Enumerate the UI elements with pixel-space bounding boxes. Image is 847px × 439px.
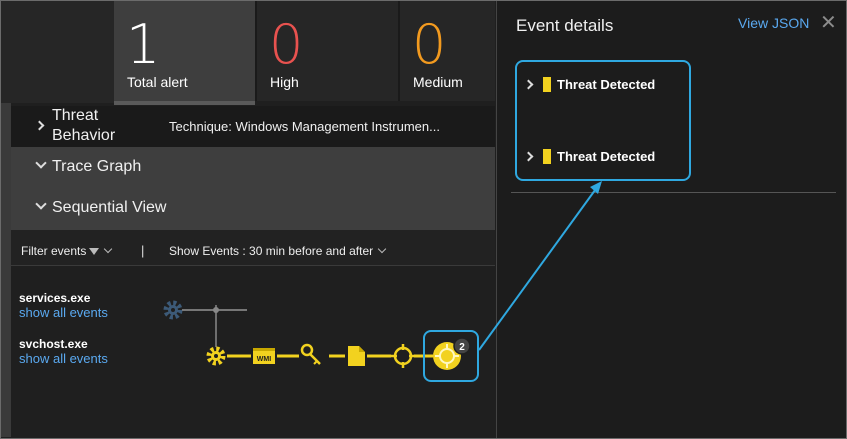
chevron-right-icon — [34, 120, 45, 131]
view-json-link[interactable]: View JSON — [738, 15, 809, 31]
show-events-dropdown[interactable]: Show Events : 30 min before and after — [169, 244, 387, 258]
connector-node — [213, 307, 219, 313]
gear-icon[interactable] — [206, 346, 226, 366]
stat-total-label: Total alert — [127, 74, 188, 90]
left-header-strip — [1, 1, 114, 103]
stat-medium[interactable]: 0 Medium — [400, 1, 495, 101]
chevron-down-icon — [35, 198, 47, 210]
left-gutter — [1, 103, 11, 437]
events-highlight — [515, 60, 691, 181]
chevron-down-icon — [377, 244, 387, 254]
wmi-text: WMI — [257, 356, 271, 363]
threat-behavior-title: Threat Behavior — [52, 107, 116, 144]
stat-medium-value: 0 — [412, 13, 447, 76]
event-details-title: Event details — [516, 16, 614, 35]
stat-high-label: High — [270, 74, 299, 90]
stat-high[interactable]: 0 High — [257, 1, 398, 101]
show-events-label: Show Events : 30 min before and after — [169, 244, 374, 258]
key-icon[interactable] — [300, 343, 321, 365]
wmi-icon[interactable]: WMI — [253, 348, 275, 364]
trace-graph-row[interactable]: Trace Graph — [11, 147, 495, 188]
gear-icon-parent[interactable] — [163, 300, 183, 320]
chevron-down-icon — [104, 244, 113, 254]
sequential-view-row[interactable]: Sequential View — [11, 188, 495, 230]
technique-text: Technique: Windows Management Instrumen.… — [169, 119, 440, 134]
chevron-down-icon — [35, 157, 47, 169]
events-toolbar: Filter events | Show Events : 30 min bef… — [11, 230, 495, 266]
trace-graph-title: Trace Graph — [52, 158, 142, 175]
filter-events-label: Filter events — [21, 244, 87, 258]
stat-total-value: 1 — [126, 13, 161, 76]
toolbar-separator: | — [141, 243, 145, 258]
document-icon[interactable] — [348, 346, 365, 366]
stat-total-alert[interactable]: 1 Total alert — [114, 1, 255, 105]
filter-events-dropdown[interactable]: Filter events — [21, 244, 113, 258]
stat-high-value: 0 — [269, 13, 304, 76]
panel-divider — [511, 192, 836, 193]
threat-behavior-row[interactable]: Threat Behavior Technique: Windows Manag… — [11, 106, 495, 147]
close-icon[interactable]: ✕ — [820, 10, 837, 35]
funnel-icon — [89, 248, 100, 256]
stat-selected-indicator — [114, 101, 255, 105]
sequential-view-title: Sequential View — [52, 199, 167, 216]
crosshair-icon[interactable] — [391, 344, 415, 368]
stat-medium-label: Medium — [413, 74, 463, 90]
threat-node-highlight — [423, 330, 479, 382]
